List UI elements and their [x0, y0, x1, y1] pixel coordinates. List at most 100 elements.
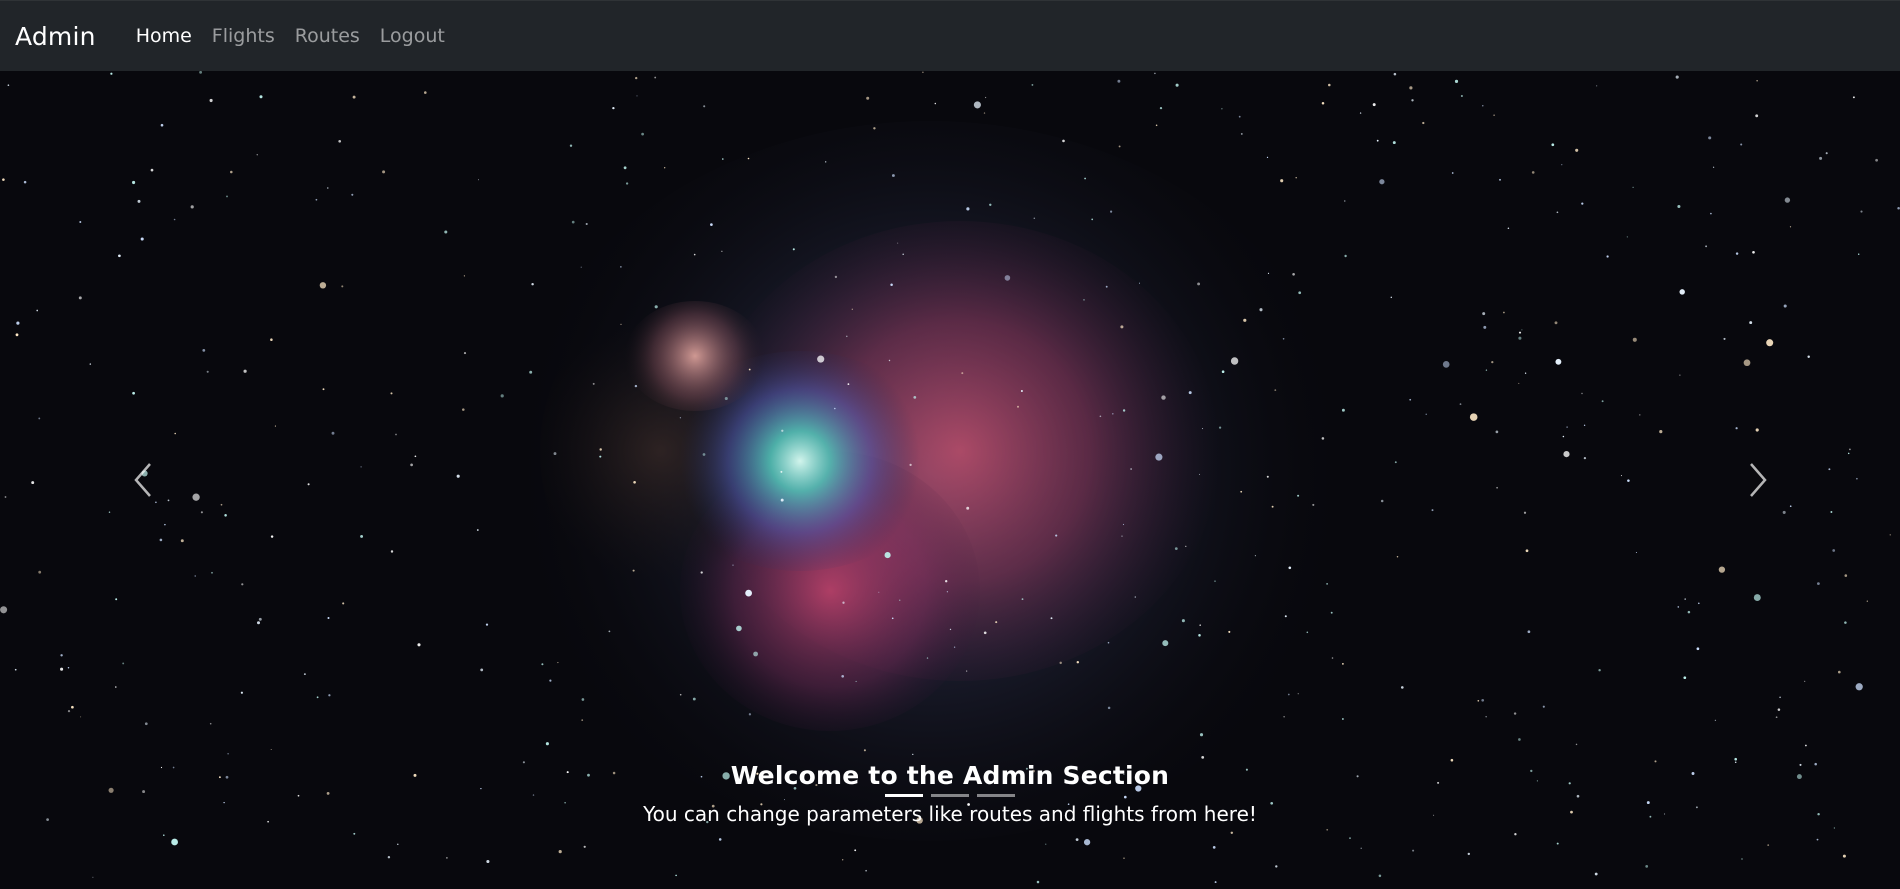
star	[1477, 699, 1480, 702]
star	[331, 431, 335, 435]
star	[983, 112, 986, 114]
star	[1606, 255, 1609, 258]
star	[1174, 547, 1178, 550]
star	[1105, 285, 1108, 288]
star	[462, 408, 465, 411]
star	[780, 470, 783, 473]
star	[1431, 509, 1434, 512]
star	[817, 355, 825, 363]
star	[1518, 331, 1522, 334]
star	[966, 506, 970, 510]
star	[851, 308, 853, 310]
star	[632, 569, 635, 572]
star	[1275, 865, 1278, 868]
nav-link-home[interactable]: Home	[126, 25, 202, 47]
star	[303, 673, 306, 676]
star	[1120, 325, 1124, 329]
star	[571, 220, 575, 224]
star	[1583, 424, 1586, 426]
star	[1162, 640, 1169, 647]
star	[1123, 857, 1125, 860]
star	[307, 483, 310, 486]
star	[834, 275, 838, 279]
star	[1155, 124, 1158, 127]
star	[909, 463, 912, 467]
star	[934, 102, 937, 105]
star	[328, 694, 331, 697]
star	[634, 384, 638, 388]
nav-link-routes[interactable]: Routes	[285, 25, 370, 47]
star	[1499, 178, 1501, 181]
star	[463, 352, 467, 355]
nav-link-logout[interactable]: Logout	[370, 25, 455, 47]
star	[1321, 437, 1325, 440]
star	[1451, 172, 1454, 174]
star	[315, 198, 318, 201]
star	[983, 631, 987, 635]
star	[1378, 874, 1382, 878]
brand-logo[interactable]: Admin	[15, 22, 96, 51]
star	[1482, 105, 1484, 107]
star	[1282, 338, 1285, 340]
star	[549, 679, 552, 682]
star	[1393, 72, 1397, 76]
star	[635, 76, 638, 80]
carousel-indicator-1[interactable]	[885, 794, 923, 797]
star	[736, 625, 742, 632]
star	[1288, 566, 1292, 570]
star	[966, 207, 970, 211]
star	[842, 859, 844, 861]
star	[1230, 831, 1234, 835]
star	[953, 646, 956, 648]
star	[410, 463, 413, 467]
star	[1372, 103, 1376, 107]
star	[973, 101, 981, 109]
star	[1240, 490, 1243, 493]
nav-link-flights[interactable]: Flights	[202, 25, 285, 47]
star	[1344, 200, 1346, 202]
star	[1380, 499, 1384, 503]
star	[1566, 426, 1568, 428]
star	[1295, 176, 1297, 179]
star	[581, 698, 585, 701]
star	[679, 693, 682, 696]
star	[748, 713, 752, 716]
star	[732, 564, 734, 566]
star	[781, 429, 784, 432]
star	[636, 95, 638, 97]
star	[1198, 634, 1201, 637]
carousel-indicator-3[interactable]	[977, 794, 1015, 797]
star	[1481, 698, 1485, 702]
star	[581, 719, 584, 721]
carousel-indicator-2[interactable]	[931, 794, 969, 797]
star	[747, 157, 750, 160]
star	[1483, 325, 1487, 329]
star	[360, 534, 364, 538]
star	[352, 95, 356, 99]
star	[390, 392, 393, 395]
star	[625, 182, 629, 185]
star	[1555, 358, 1562, 365]
star	[854, 849, 857, 852]
star	[341, 285, 344, 288]
star	[966, 670, 968, 672]
star	[1321, 102, 1325, 105]
star	[1563, 451, 1570, 458]
star	[1110, 210, 1113, 213]
star	[1297, 693, 1299, 695]
star	[1238, 115, 1241, 118]
star	[1118, 145, 1121, 148]
star	[1185, 545, 1187, 547]
star	[891, 174, 895, 177]
star	[1525, 549, 1529, 553]
star	[633, 480, 636, 484]
star	[1280, 179, 1284, 183]
star	[722, 158, 724, 160]
star	[1556, 211, 1559, 214]
star	[1601, 400, 1604, 403]
star	[753, 651, 758, 657]
star	[1412, 849, 1415, 852]
star	[485, 623, 489, 626]
star	[1243, 318, 1247, 322]
star	[424, 91, 427, 94]
